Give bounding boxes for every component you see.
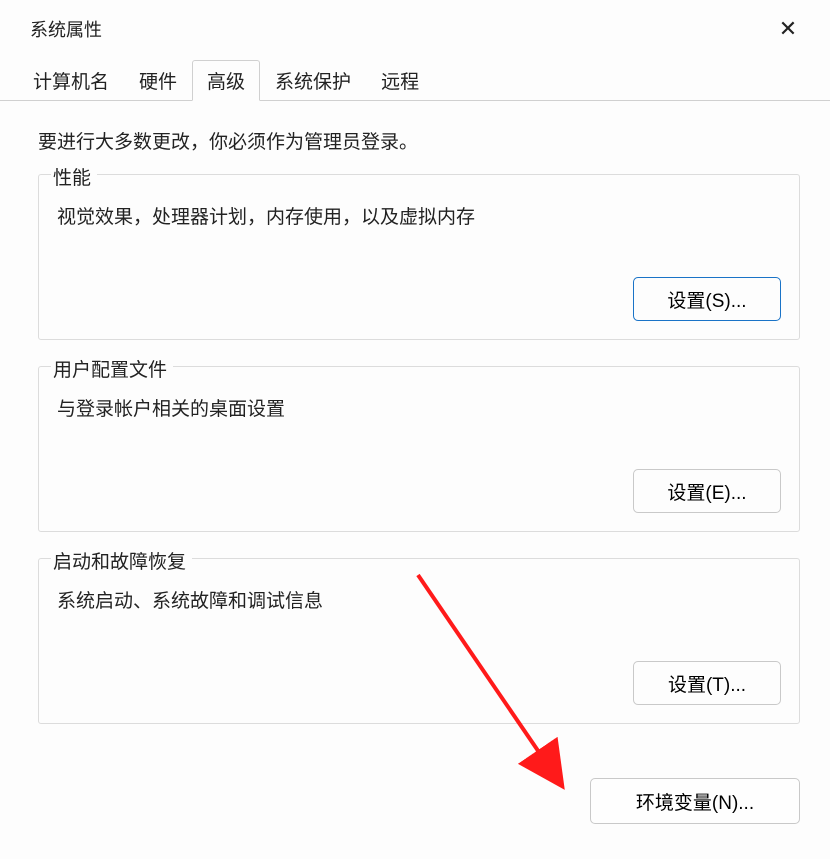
tab-advanced[interactable]: 高级 [192, 60, 260, 101]
user-profiles-settings-button[interactable]: 设置(E)... [633, 469, 781, 513]
environment-variables-button[interactable]: 环境变量(N)... [590, 778, 800, 824]
tab-strip: 计算机名 硬件 高级 系统保护 远程 [0, 54, 830, 101]
tab-system-protection[interactable]: 系统保护 [260, 60, 366, 100]
startup-settings-button[interactable]: 设置(T)... [633, 661, 781, 705]
performance-settings-button[interactable]: 设置(S)... [633, 277, 781, 321]
group-user-profiles-desc: 与登录帐户相关的桌面设置 [57, 394, 781, 421]
admin-notice: 要进行大多数更改，你必须作为管理员登录。 [38, 127, 800, 154]
group-performance-desc: 视觉效果，处理器计划，内存使用，以及虚拟内存 [57, 202, 781, 229]
group-user-profiles-legend: 用户配置文件 [51, 355, 173, 382]
window-title: 系统属性 [30, 16, 102, 42]
close-icon[interactable]: ✕ [768, 14, 808, 44]
group-performance: 性能 视觉效果，处理器计划，内存使用，以及虚拟内存 设置(S)... [38, 174, 800, 340]
group-startup: 启动和故障恢复 系统启动、系统故障和调试信息 设置(T)... [38, 558, 800, 724]
tab-computer-name[interactable]: 计算机名 [18, 60, 124, 100]
tab-hardware[interactable]: 硬件 [124, 60, 192, 100]
group-startup-legend: 启动和故障恢复 [51, 547, 192, 574]
group-user-profiles: 用户配置文件 与登录帐户相关的桌面设置 设置(E)... [38, 366, 800, 532]
group-startup-desc: 系统启动、系统故障和调试信息 [57, 586, 781, 613]
tab-remote[interactable]: 远程 [366, 60, 434, 100]
group-performance-legend: 性能 [51, 163, 97, 190]
